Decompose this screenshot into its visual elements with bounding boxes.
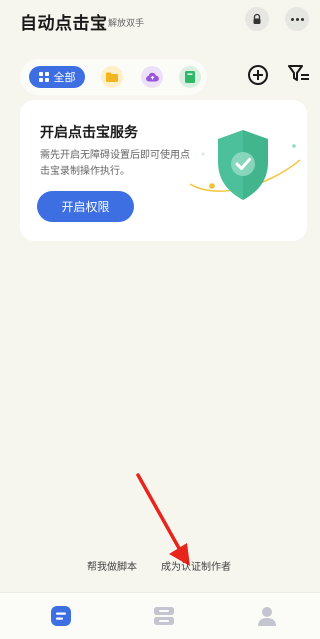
- script-tab-icon: [51, 606, 71, 626]
- red-arrow-annotation: [136, 473, 190, 566]
- app-subtitle: 解放双手: [108, 19, 145, 29]
- service-card: 开启点击宝服务 需先开启无障碍设置后即可使用点击宝录制操作执行。 开启权限: [20, 100, 307, 241]
- tab-scripts[interactable]: [50, 605, 72, 627]
- become-certified-author-link[interactable]: 成为认证制作者: [161, 558, 231, 573]
- header: 自动点击宝 解放双手: [0, 0, 320, 44]
- category-book-chip[interactable]: [179, 66, 201, 88]
- add-button[interactable]: [248, 65, 268, 85]
- lock-icon: [253, 13, 261, 24]
- grid-icon: [38, 72, 49, 82]
- category-all-chip[interactable]: 全部: [29, 66, 85, 88]
- category-all-label: 全部: [53, 71, 76, 84]
- service-card-title: 开启点击宝服务: [40, 125, 138, 141]
- category-cloud-chip[interactable]: [141, 66, 163, 88]
- folder-icon: [106, 72, 118, 82]
- more-button[interactable]: [285, 7, 309, 31]
- bottom-tab-bar: [0, 592, 320, 639]
- book-icon: [185, 71, 195, 83]
- more-dots-icon: [290, 17, 304, 21]
- filter-list-icon: [288, 65, 309, 81]
- cloud-icon: [145, 72, 159, 82]
- service-card-description: 需先开启无障碍设置后即可使用点击宝录制操作执行。: [40, 150, 190, 177]
- lock-button[interactable]: [245, 7, 269, 31]
- help-make-script-link[interactable]: 帮我做脚本: [87, 558, 137, 573]
- library-tab-icon: [154, 607, 174, 625]
- category-folder-chip[interactable]: [101, 66, 123, 88]
- app-title: 自动点击宝: [20, 14, 108, 34]
- category-filter-bar: 全部: [20, 59, 207, 95]
- user-icon: [258, 607, 276, 626]
- shield-check-icon: [189, 130, 301, 200]
- filter-button[interactable]: [288, 64, 310, 84]
- enable-permission-button[interactable]: 开启权限: [37, 191, 134, 222]
- tab-library[interactable]: [153, 605, 175, 627]
- tab-profile[interactable]: [256, 605, 278, 627]
- footer-links: 帮我做脚本 成为认证制作者: [0, 558, 320, 578]
